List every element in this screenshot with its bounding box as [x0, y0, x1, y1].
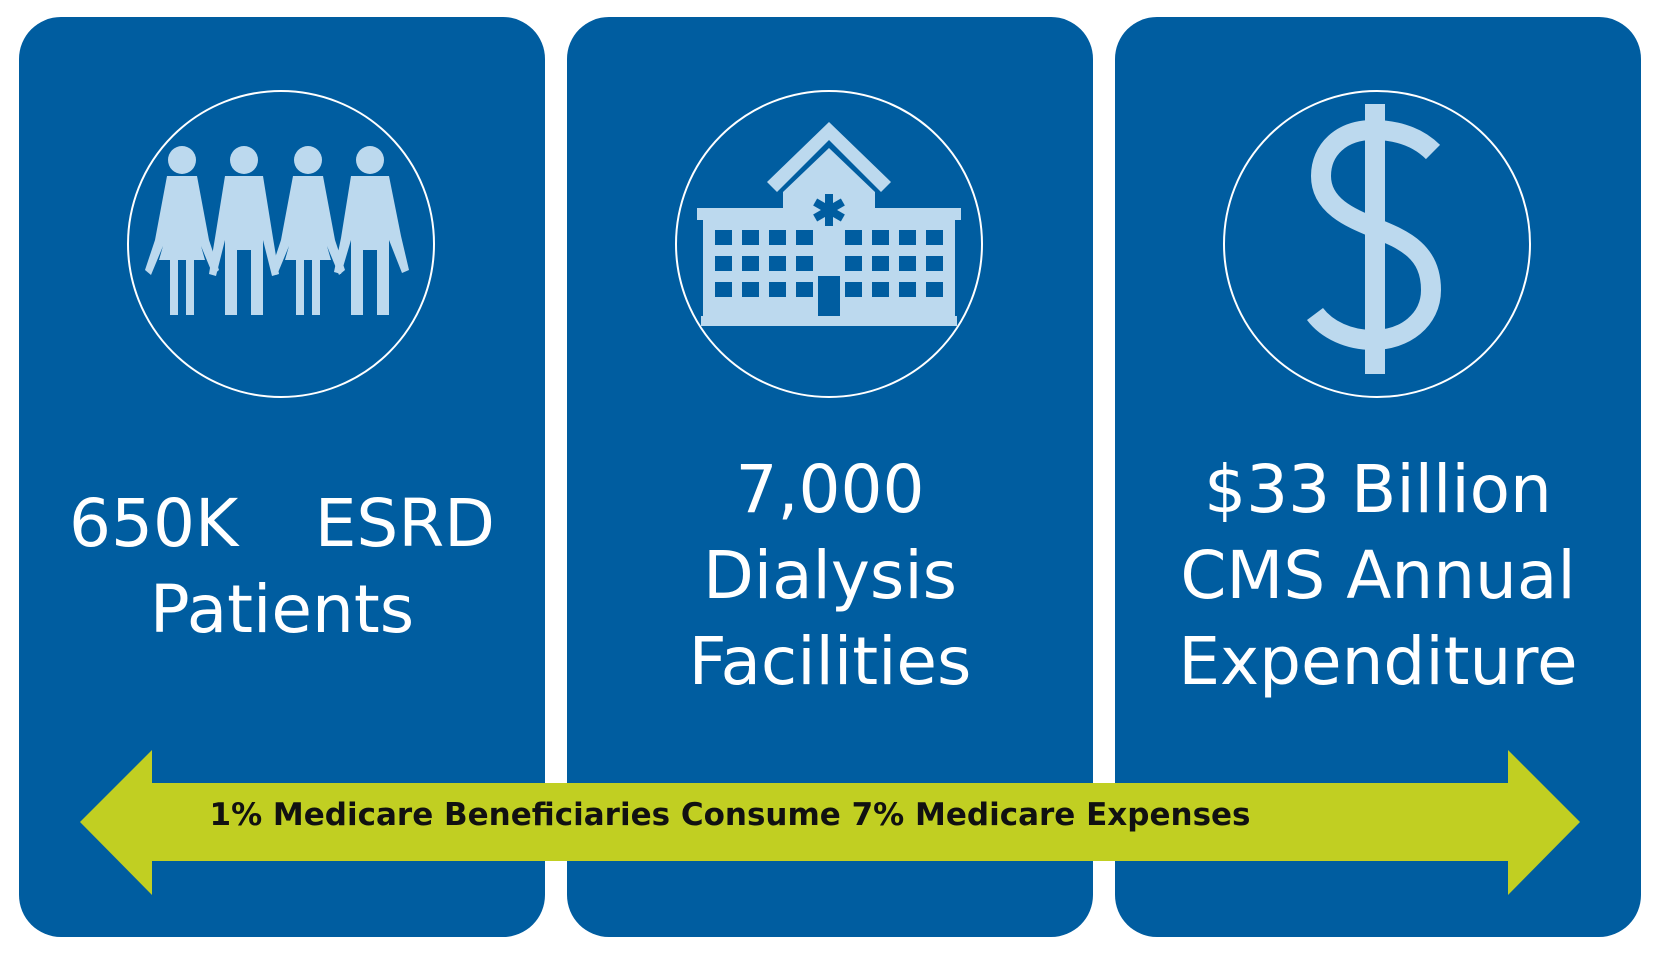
expenditure-label: Expenditure [1178, 622, 1578, 700]
people-icon [145, 146, 409, 315]
dialysis-label: Dialysis [702, 536, 958, 614]
facilities-stat: 7,000 Dialysis Facilities [597, 447, 1063, 704]
facilities-label: Facilities [688, 622, 972, 700]
expenditure-amount: $33 Billion [1204, 451, 1552, 528]
esrd-label: ESRD [314, 485, 495, 562]
hospital-icon [697, 122, 961, 326]
patients-count: 650K [69, 485, 239, 562]
patients-stat: 650K ESRD Patients [49, 481, 515, 653]
facilities-count: 7,000 [735, 451, 925, 528]
medicare-summary-text: 1% Medicare Beneficiaries Consume 7% Med… [209, 797, 1251, 833]
cms-annual-label: CMS Annual [1180, 536, 1576, 614]
expenditure-stat: $33 Billion CMS Annual Expenditure [1145, 447, 1611, 704]
patients-label: Patients [149, 570, 415, 648]
dollar-icon [1307, 104, 1442, 374]
